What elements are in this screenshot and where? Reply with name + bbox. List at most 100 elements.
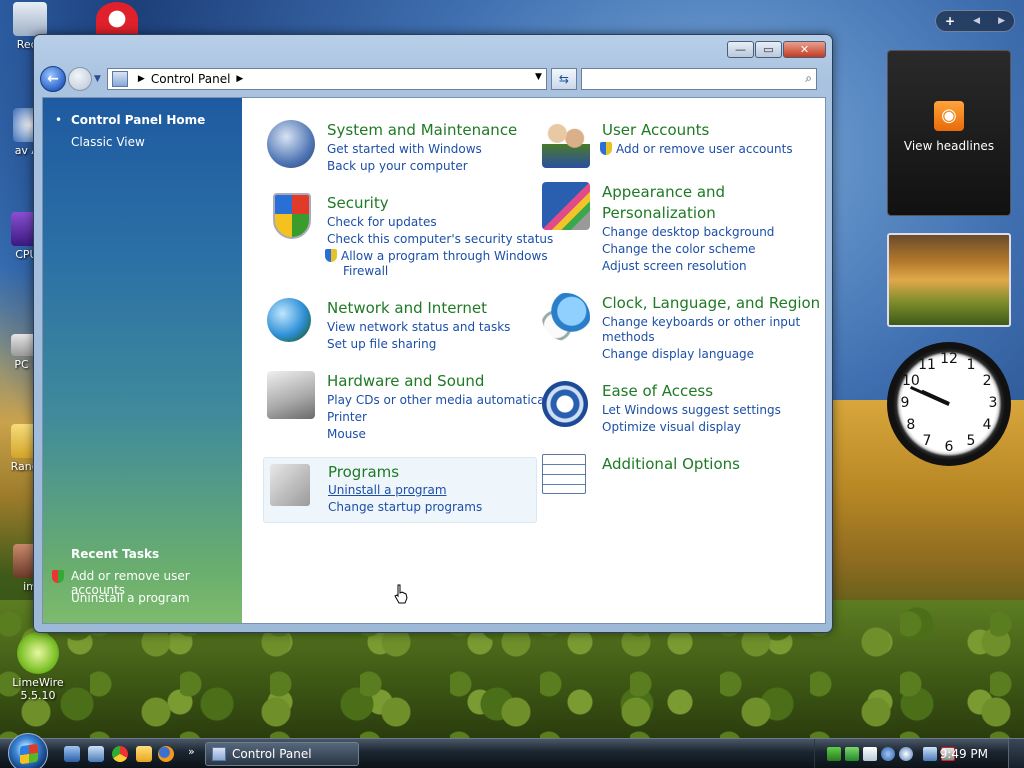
category-appearance: Appearance and Personalization Change de… [542, 182, 812, 274]
security-alert-icon[interactable] [827, 747, 841, 761]
info-icon[interactable] [881, 747, 895, 761]
search-input[interactable] [581, 69, 782, 89]
feed-headlines-gadget[interactable]: ◉ View headlines [887, 50, 1011, 216]
address-dropdown-icon[interactable]: ▼ [535, 72, 542, 82]
address-bar[interactable]: ▶ Control Panel ▶ ▼ [106, 68, 547, 90]
allow-program-firewall-link[interactable]: Allow a program through Windows [325, 249, 548, 264]
appearance-title-line1[interactable]: Appearance and [602, 182, 725, 202]
network-internet-title[interactable]: Network and Internet [327, 298, 487, 318]
adjust-screen-resolution-link[interactable]: Adjust screen resolution [602, 259, 747, 274]
show-desktop-icon[interactable] [64, 746, 80, 762]
category-system-maintenance: System and Maintenance Get started with … [267, 120, 537, 180]
user-accounts-title[interactable]: User Accounts [602, 120, 709, 140]
breadcrumb-separator[interactable]: ▶ [138, 74, 145, 84]
category-clock-language-region: Clock, Language, and Region Change keybo… [542, 293, 822, 363]
clock-numeral: 7 [922, 433, 932, 450]
notification-area: 9:49 PM [814, 739, 1024, 768]
history-dropdown-icon[interactable]: ▼ [94, 74, 101, 84]
next-page-button[interactable]: ▶ [998, 16, 1005, 26]
minimize-button[interactable]: — [727, 41, 754, 58]
autoplay-link[interactable]: Play CDs or other media automatically [327, 393, 558, 408]
clock-language-region-title[interactable]: Clock, Language, and Region [602, 293, 820, 313]
recent-task-uninstall-program[interactable]: Uninstall a program [71, 591, 190, 605]
close-button[interactable]: ✕ [783, 41, 826, 58]
clock-numeral: 11 [918, 356, 936, 373]
get-started-link[interactable]: Get started with Windows [327, 142, 482, 157]
update-icon[interactable] [863, 747, 877, 761]
classic-view-link[interactable]: Classic View [71, 135, 145, 149]
clock-gadget[interactable]: 1 2 3 4 5 6 7 8 9 10 11 12 [887, 342, 1011, 466]
category-user-accounts: User Accounts Add or remove user account… [542, 120, 812, 168]
messenger-icon[interactable] [136, 746, 152, 762]
check-updates-link[interactable]: Check for updates [327, 215, 437, 230]
mouse-link[interactable]: Mouse [327, 427, 366, 442]
hardware-sound-title[interactable]: Hardware and Sound [327, 371, 484, 391]
change-color-scheme-link[interactable]: Change the color scheme [602, 242, 756, 257]
security-title[interactable]: Security [327, 193, 389, 213]
view-network-status-link[interactable]: View network status and tasks [327, 320, 510, 335]
taskbar-task-label: Control Panel [232, 747, 312, 761]
back-button[interactable]: ← [40, 66, 66, 92]
add-gadget-button[interactable]: + [945, 14, 955, 28]
task-pane: • Control Panel Home Classic View Recent… [43, 98, 242, 623]
appearance-title-line2[interactable]: Personalization [602, 203, 716, 223]
firefox-icon[interactable] [158, 746, 174, 762]
breadcrumb-separator[interactable]: ▶ [236, 74, 243, 84]
view-headlines-label: View headlines [903, 139, 995, 153]
back-up-computer-link[interactable]: Back up your computer [327, 159, 468, 174]
recent-tasks-heading: Recent Tasks [71, 547, 160, 561]
clock-numeral: 2 [982, 373, 992, 389]
taskbar-button-control-panel[interactable]: Control Panel [205, 742, 359, 766]
accessibility-icon[interactable] [899, 747, 913, 761]
network-internet-icon [267, 298, 311, 342]
clock-language-region-icon [542, 293, 590, 341]
slideshow-gadget[interactable] [887, 233, 1011, 327]
system-maintenance-title[interactable]: System and Maintenance [327, 120, 517, 140]
refresh-button[interactable]: ⇆ [550, 68, 577, 90]
chrome-icon[interactable] [112, 746, 128, 762]
set-up-file-sharing-link[interactable]: Set up file sharing [327, 337, 436, 352]
add-remove-user-accounts-link[interactable]: Add or remove user accounts [600, 142, 793, 157]
ease-of-access-title[interactable]: Ease of Access [602, 381, 713, 401]
clock-numeral: 8 [906, 417, 916, 433]
additional-options-title[interactable]: Additional Options [602, 454, 740, 474]
control-panel-content: • Control Panel Home Classic View Recent… [42, 97, 826, 624]
ease-of-access-icon [542, 381, 588, 427]
opera-icon[interactable] [96, 2, 138, 36]
start-button[interactable] [8, 733, 48, 768]
change-desktop-background-link[interactable]: Change desktop background [602, 225, 774, 240]
taskbar-clock[interactable]: 9:49 PM [940, 747, 988, 761]
control-panel-home-link[interactable]: Control Panel Home [71, 113, 205, 127]
maximize-button[interactable]: ▭ [755, 41, 782, 58]
category-programs: Programs Uninstall a program Change star… [263, 457, 537, 523]
programs-title[interactable]: Programs [328, 462, 399, 482]
control-panel-window: — ▭ ✕ ← ▼ ▶ Control Panel ▶ ▼ ⇆ ⌕ • Cont… [33, 34, 833, 633]
desktop-icon-limewire[interactable]: LimeWire 5.5.10 [10, 632, 66, 702]
search-icon[interactable]: ⌕ [805, 71, 812, 86]
change-startup-programs-link[interactable]: Change startup programs [328, 500, 482, 515]
network-icon[interactable] [923, 747, 937, 761]
allow-program-firewall-link-cont[interactable]: Firewall [343, 264, 388, 279]
change-keyboards-link[interactable]: Change keyboards or other input [602, 315, 800, 330]
forward-button[interactable] [68, 67, 92, 91]
breadcrumb-control-panel[interactable]: Control Panel [151, 72, 231, 86]
let-windows-suggest-settings-link[interactable]: Let Windows suggest settings [602, 403, 781, 418]
quick-launch-overflow[interactable]: » [188, 745, 195, 758]
category-additional-options: Additional Options [542, 454, 812, 498]
change-display-language-link[interactable]: Change display language [602, 347, 754, 362]
limewire-icon [17, 632, 59, 674]
uninstall-program-link[interactable]: Uninstall a program [328, 483, 447, 498]
clock-numeral: 1 [966, 356, 976, 373]
optimize-visual-display-link[interactable]: Optimize visual display [602, 420, 741, 435]
previous-page-button[interactable]: ◀ [973, 16, 980, 26]
printer-link[interactable]: Printer [327, 410, 367, 425]
change-keyboards-link-cont[interactable]: methods [602, 330, 655, 345]
switch-windows-icon[interactable] [88, 746, 104, 762]
check-security-status-link[interactable]: Check this computer's security status [327, 232, 553, 247]
network-warning-icon[interactable] [845, 747, 859, 761]
show-desktop-button[interactable] [1008, 739, 1024, 768]
search-box[interactable]: ⌕ [580, 68, 817, 90]
caption-buttons: — ▭ ✕ [727, 41, 826, 58]
clock-numeral: 9 [900, 395, 910, 411]
system-maintenance-icon [267, 120, 315, 168]
